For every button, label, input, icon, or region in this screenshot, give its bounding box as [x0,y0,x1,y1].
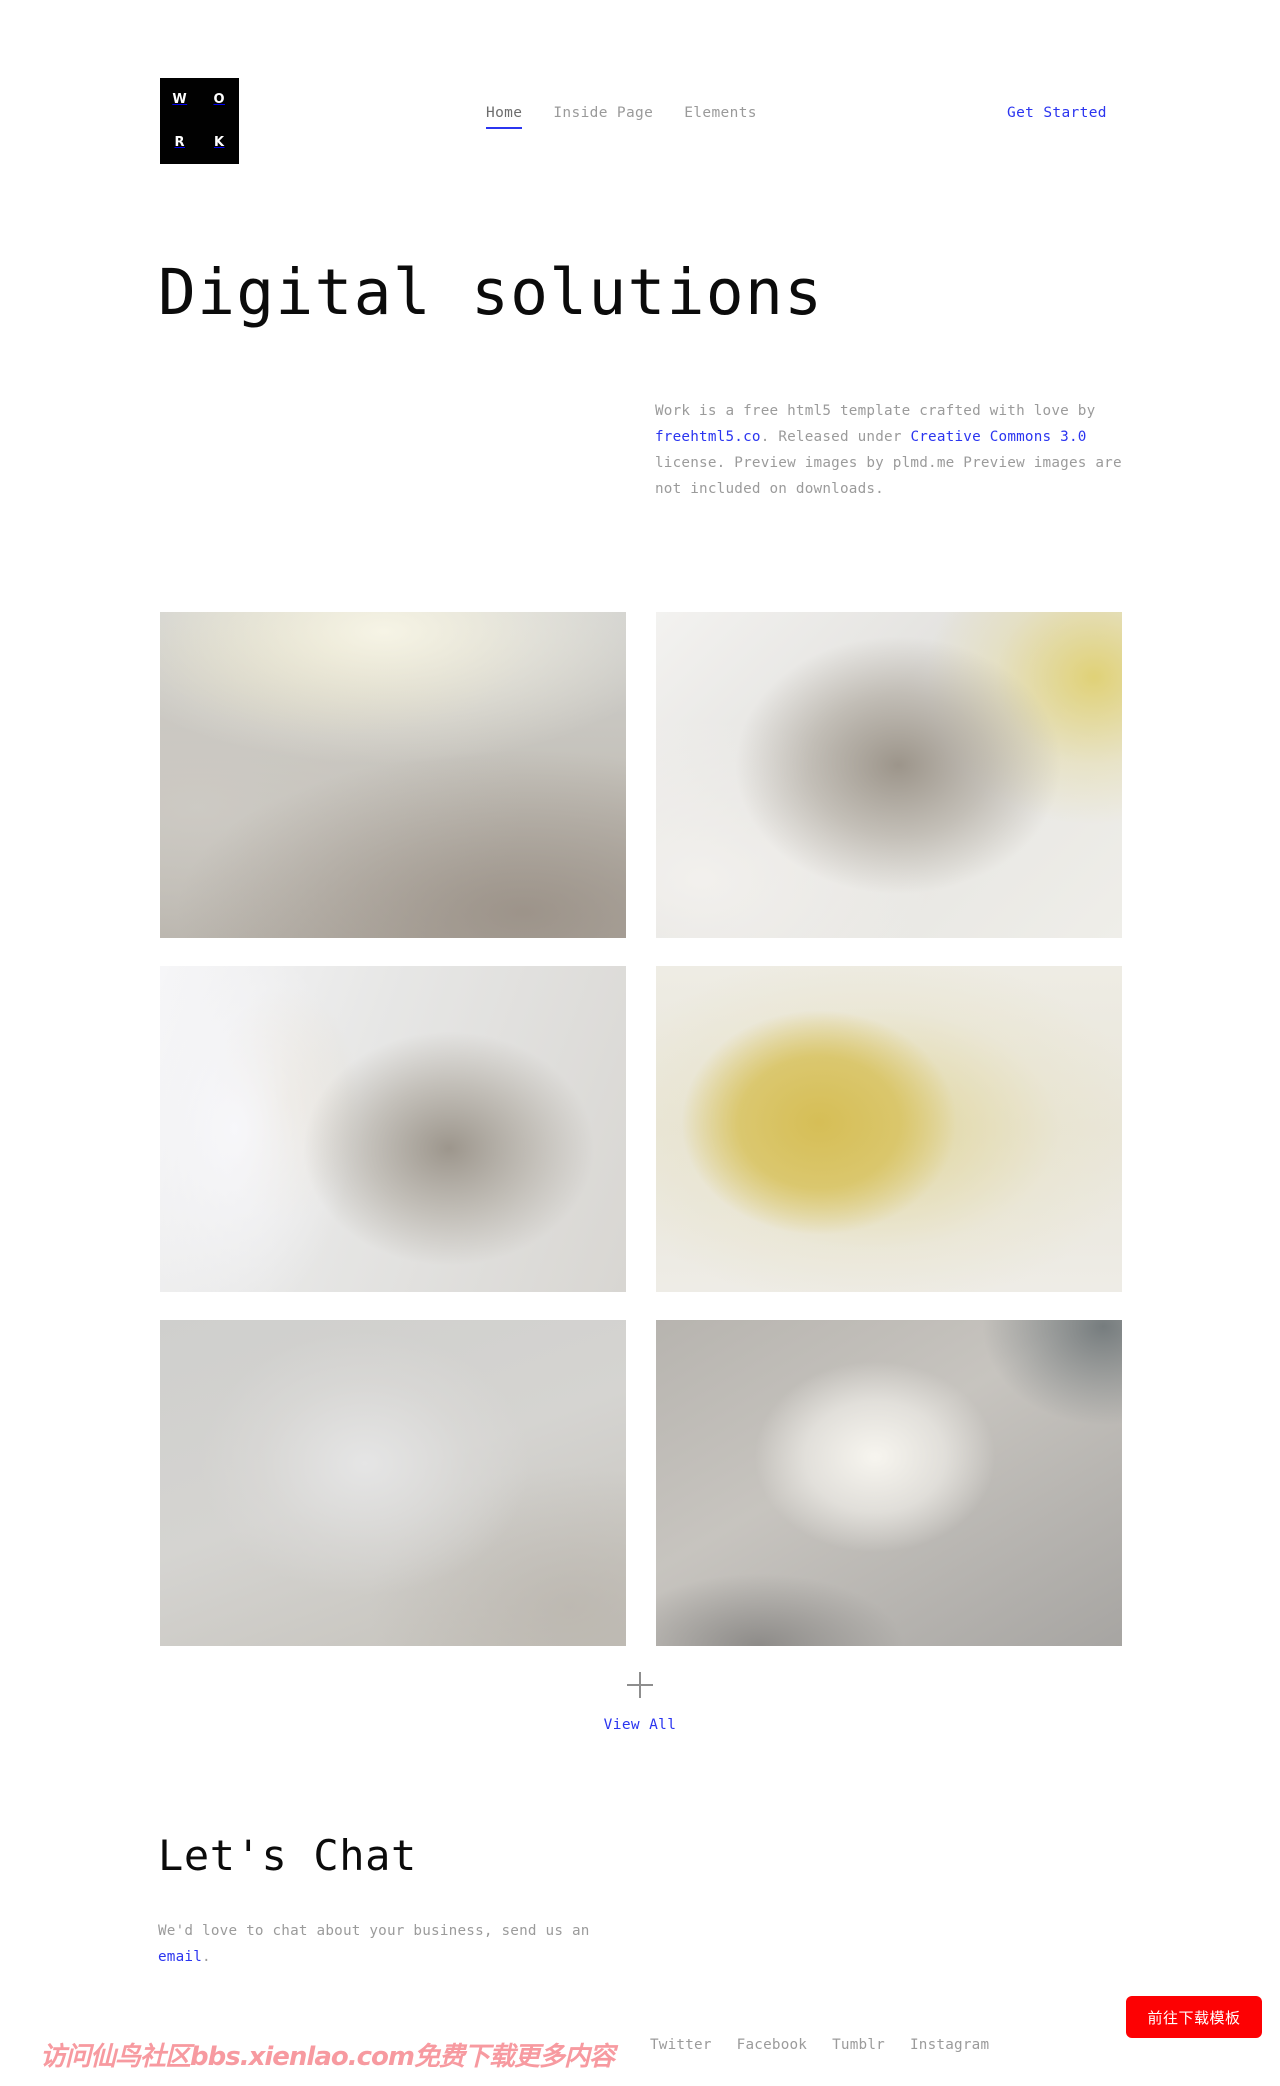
chat-text-1: We'd love to chat about your business, s… [158,1923,590,1939]
plus-icon [626,1672,653,1698]
gallery-grid [160,612,1122,1646]
gallery-tile-4[interactable] [656,966,1122,1292]
nav-item-inside-page[interactable]: Inside Page [553,103,653,129]
link-creative-commons[interactable]: Creative Commons 3.0 [910,429,1086,445]
intro-paragraph: Work is a free html5 template crafted wi… [655,398,1125,502]
intro-text-3: license. Preview images by plmd.me Previ… [655,455,1122,497]
get-started-link[interactable]: Get Started [1007,103,1107,123]
logo-work[interactable]: W O R K [160,78,239,164]
download-template-button[interactable]: 前往下载模板 [1126,1996,1262,2038]
logo-letter-w: W [172,92,188,107]
intro-text-1: Work is a free html5 template crafted wi… [655,403,1096,419]
intro-text-2: . Released under [760,429,911,445]
social-link-facebook[interactable]: Facebook [737,2037,807,2053]
social-link-twitter[interactable]: Twitter [650,2037,712,2053]
logo-letter-o: O [213,92,226,107]
link-email[interactable]: email [158,1949,202,1965]
gallery-tile-5[interactable] [160,1320,626,1646]
chat-text-2: . [202,1949,211,1965]
gallery-tile-2[interactable] [656,612,1122,938]
link-freehtml5[interactable]: freehtml5.co [655,429,761,445]
site-header: W O R K Home Inside Page Elements Get St… [0,0,1280,200]
gallery-tile-3[interactable] [160,966,626,1292]
view-all-button[interactable]: View All [604,1672,677,1733]
gallery-tile-1[interactable] [160,612,626,938]
view-all-section: View All [0,1672,1280,1733]
page-title: Digital solutions [158,256,824,329]
social-link-instagram[interactable]: Instagram [910,2037,989,2053]
chat-paragraph: We'd love to chat about your business, s… [158,1918,628,1970]
logo-letter-k: K [213,135,225,150]
chat-title: Let's Chat [158,1831,417,1880]
social-link-tumblr[interactable]: Tumblr [832,2037,885,2053]
nav-item-elements[interactable]: Elements [684,103,757,129]
site-watermark: 访问仙鸟社区bbs.xienlao.com免费下载更多内容 [40,2042,615,2072]
social-links: Twitter Facebook Tumblr Instagram [650,2037,989,2053]
page-root: W O R K Home Inside Page Elements Get St… [0,0,1280,2086]
main-navigation: Home Inside Page Elements [486,103,757,129]
view-all-label: View All [603,1717,677,1733]
logo-letter-r: R [174,135,185,150]
nav-item-home[interactable]: Home [486,103,523,129]
gallery-tile-6[interactable] [656,1320,1122,1646]
